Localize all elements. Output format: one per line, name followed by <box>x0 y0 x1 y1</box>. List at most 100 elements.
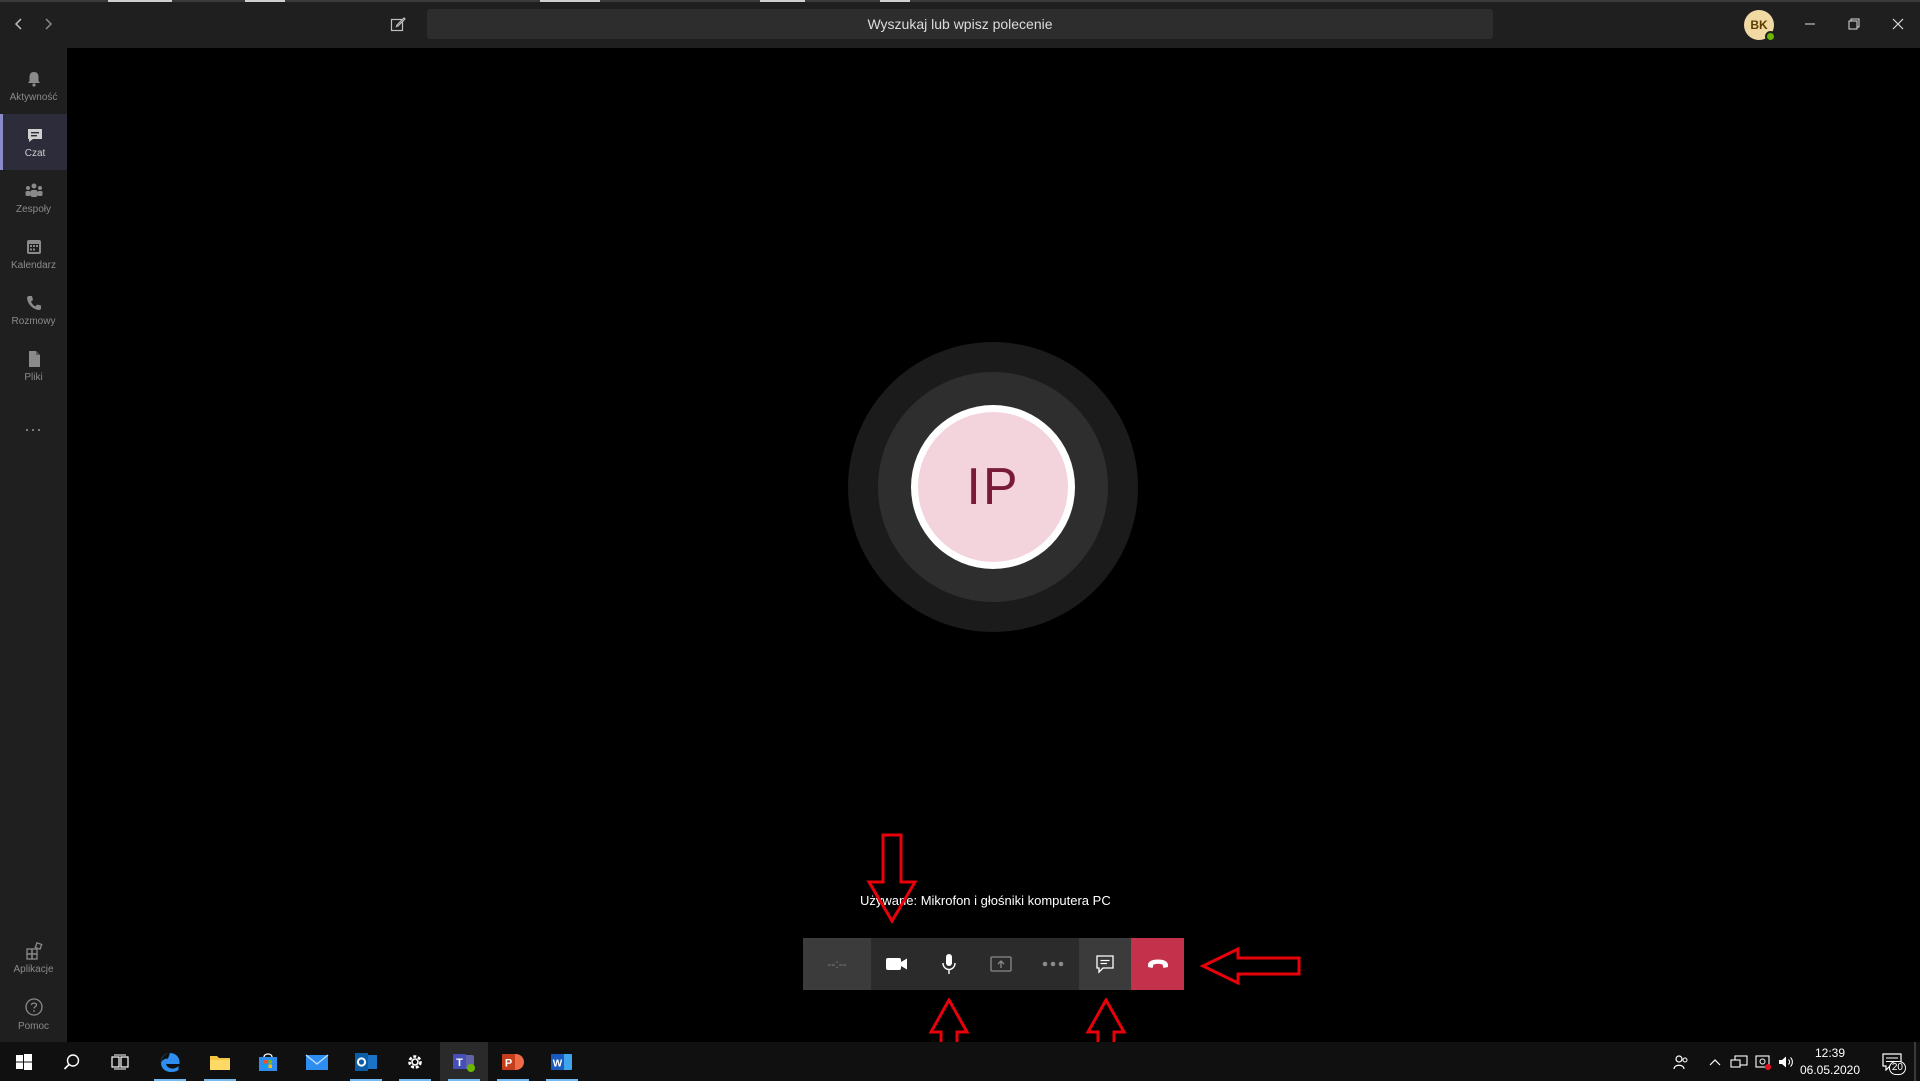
taskbar-clock[interactable]: 12:39 06.05.2020 <box>1795 1045 1865 1079</box>
hang-up-button[interactable] <box>1131 938 1184 990</box>
annotation-arrow-down <box>866 833 918 924</box>
tray-show-hidden-button[interactable] <box>1704 1042 1726 1081</box>
search-placeholder: Wyszukaj lub wpisz polecenie <box>867 16 1053 32</box>
sidebar-item-files[interactable]: Pliki <box>0 338 67 394</box>
powerpoint-icon: P <box>502 1053 524 1070</box>
minimize-button[interactable] <box>1792 8 1828 40</box>
svg-text:T: T <box>456 1057 463 1069</box>
sidebar-item-label: Pliki <box>24 371 43 383</box>
taskbar-teams[interactable]: T <box>440 1042 488 1081</box>
notification-count: 20 <box>1888 1061 1906 1075</box>
chat-icon <box>28 128 42 142</box>
outlook-icon <box>355 1052 377 1071</box>
call-timer-text: --:-- <box>827 957 847 971</box>
action-center-button[interactable]: 20 <box>1876 1042 1908 1081</box>
taskbar-word[interactable]: W <box>538 1042 586 1081</box>
microphone-button[interactable] <box>923 938 975 990</box>
taskbar-store[interactable] <box>244 1042 292 1081</box>
svg-text:P: P <box>505 1057 512 1069</box>
sidebar-item-apps[interactable]: Aplikacje <box>0 930 67 986</box>
chevron-right-icon <box>45 18 53 30</box>
taskbar-powerpoint[interactable]: P <box>489 1042 537 1081</box>
more-icon: ... <box>24 415 43 435</box>
new-chat-button[interactable] <box>386 12 410 36</box>
sidebar-item-activity[interactable]: Aktywność <box>0 58 67 114</box>
share-screen-icon <box>990 956 1012 972</box>
start-button[interactable] <box>0 1042 48 1081</box>
sidebar-item-calls[interactable]: Rozmowy <box>0 282 67 338</box>
participant-initials: IP <box>966 458 1020 516</box>
top-progress-line <box>0 0 1920 2</box>
clock-time: 12:39 <box>1814 1046 1846 1060</box>
taskbar-outlook[interactable] <box>342 1042 390 1081</box>
sidebar-item-help[interactable]: Pomoc <box>0 986 67 1042</box>
teams-icon <box>25 183 42 197</box>
show-chat-button[interactable] <box>1079 938 1131 990</box>
app-sidebar: Aktywność Czat Zespoły Kalendarz Rozmowy… <box>0 48 67 1042</box>
taskbar-search-button[interactable] <box>48 1042 96 1081</box>
back-button[interactable] <box>7 12 31 36</box>
restore-icon <box>1848 18 1860 30</box>
gear-icon <box>408 1054 422 1069</box>
camera-button[interactable] <box>871 938 923 990</box>
sidebar-item-label: Rozmowy <box>11 315 56 327</box>
teams-app-icon: T <box>453 1053 475 1072</box>
show-desktop-button[interactable] <box>1914 1042 1916 1081</box>
volume-icon <box>1779 1056 1793 1067</box>
taskbar-settings[interactable] <box>391 1042 439 1081</box>
close-icon <box>1892 18 1904 30</box>
folder-icon <box>210 1055 230 1070</box>
forward-button[interactable] <box>36 12 60 36</box>
tray-network-button[interactable] <box>1728 1042 1750 1081</box>
shield-alert-icon <box>1755 1054 1771 1070</box>
minimize-icon <box>1805 23 1815 25</box>
user-initials: BK <box>1750 18 1768 32</box>
microphone-icon <box>942 954 956 974</box>
share-screen-button[interactable] <box>975 938 1027 990</box>
tray-defender-button[interactable] <box>1752 1042 1774 1081</box>
close-button[interactable] <box>1880 8 1916 40</box>
phone-icon <box>26 295 41 310</box>
sidebar-item-label: Zespoły <box>15 203 51 215</box>
more-icon <box>1042 961 1064 967</box>
calendar-icon <box>26 239 41 254</box>
sidebar-item-label: Czat <box>24 147 46 159</box>
files-icon <box>28 350 40 367</box>
sidebar-item-teams[interactable]: Zespoły <box>0 170 67 226</box>
chat-icon <box>1096 955 1114 974</box>
task-view-icon <box>111 1054 129 1069</box>
bell-icon <box>27 71 40 87</box>
taskbar-file-explorer[interactable] <box>196 1042 244 1081</box>
call-timer: --:-- <box>803 938 871 990</box>
chevron-left-icon <box>14 18 22 30</box>
sidebar-item-label: Aktywność <box>9 91 58 103</box>
sidebar-more-button[interactable]: ... <box>0 410 67 440</box>
network-icon <box>1730 1054 1748 1068</box>
annotation-arrow-left <box>1200 946 1301 986</box>
sidebar-item-label: Aplikacje <box>13 963 54 975</box>
store-icon <box>259 1052 277 1071</box>
restore-button[interactable] <box>1836 8 1872 40</box>
participant-avatar: IP <box>918 412 1068 562</box>
sidebar-item-chat[interactable]: Czat <box>0 114 67 170</box>
task-view-button[interactable] <box>96 1042 144 1081</box>
sidebar-item-label: Pomoc <box>17 1020 50 1032</box>
sidebar-item-calendar[interactable]: Kalendarz <box>0 226 67 282</box>
hang-up-icon <box>1147 959 1168 968</box>
presence-available-icon <box>1765 31 1776 42</box>
svg-text:W: W <box>553 1058 563 1069</box>
taskbar-edge[interactable] <box>146 1042 194 1081</box>
search-input[interactable]: Wyszukaj lub wpisz polecenie <box>427 9 1493 39</box>
clock-date: 06.05.2020 <box>1799 1063 1861 1077</box>
help-icon <box>24 997 43 1016</box>
chevron-up-icon <box>1709 1058 1721 1065</box>
windows-logo-icon <box>16 1053 32 1070</box>
more-actions-button[interactable] <box>1027 938 1079 990</box>
sidebar-item-label: Kalendarz <box>10 259 57 271</box>
user-avatar[interactable]: BK <box>1744 10 1776 42</box>
camera-icon <box>886 958 907 970</box>
mail-icon <box>305 1053 329 1070</box>
tray-people-button[interactable] <box>1670 1042 1692 1081</box>
edge-icon <box>160 1052 180 1072</box>
taskbar-mail[interactable] <box>293 1042 341 1081</box>
